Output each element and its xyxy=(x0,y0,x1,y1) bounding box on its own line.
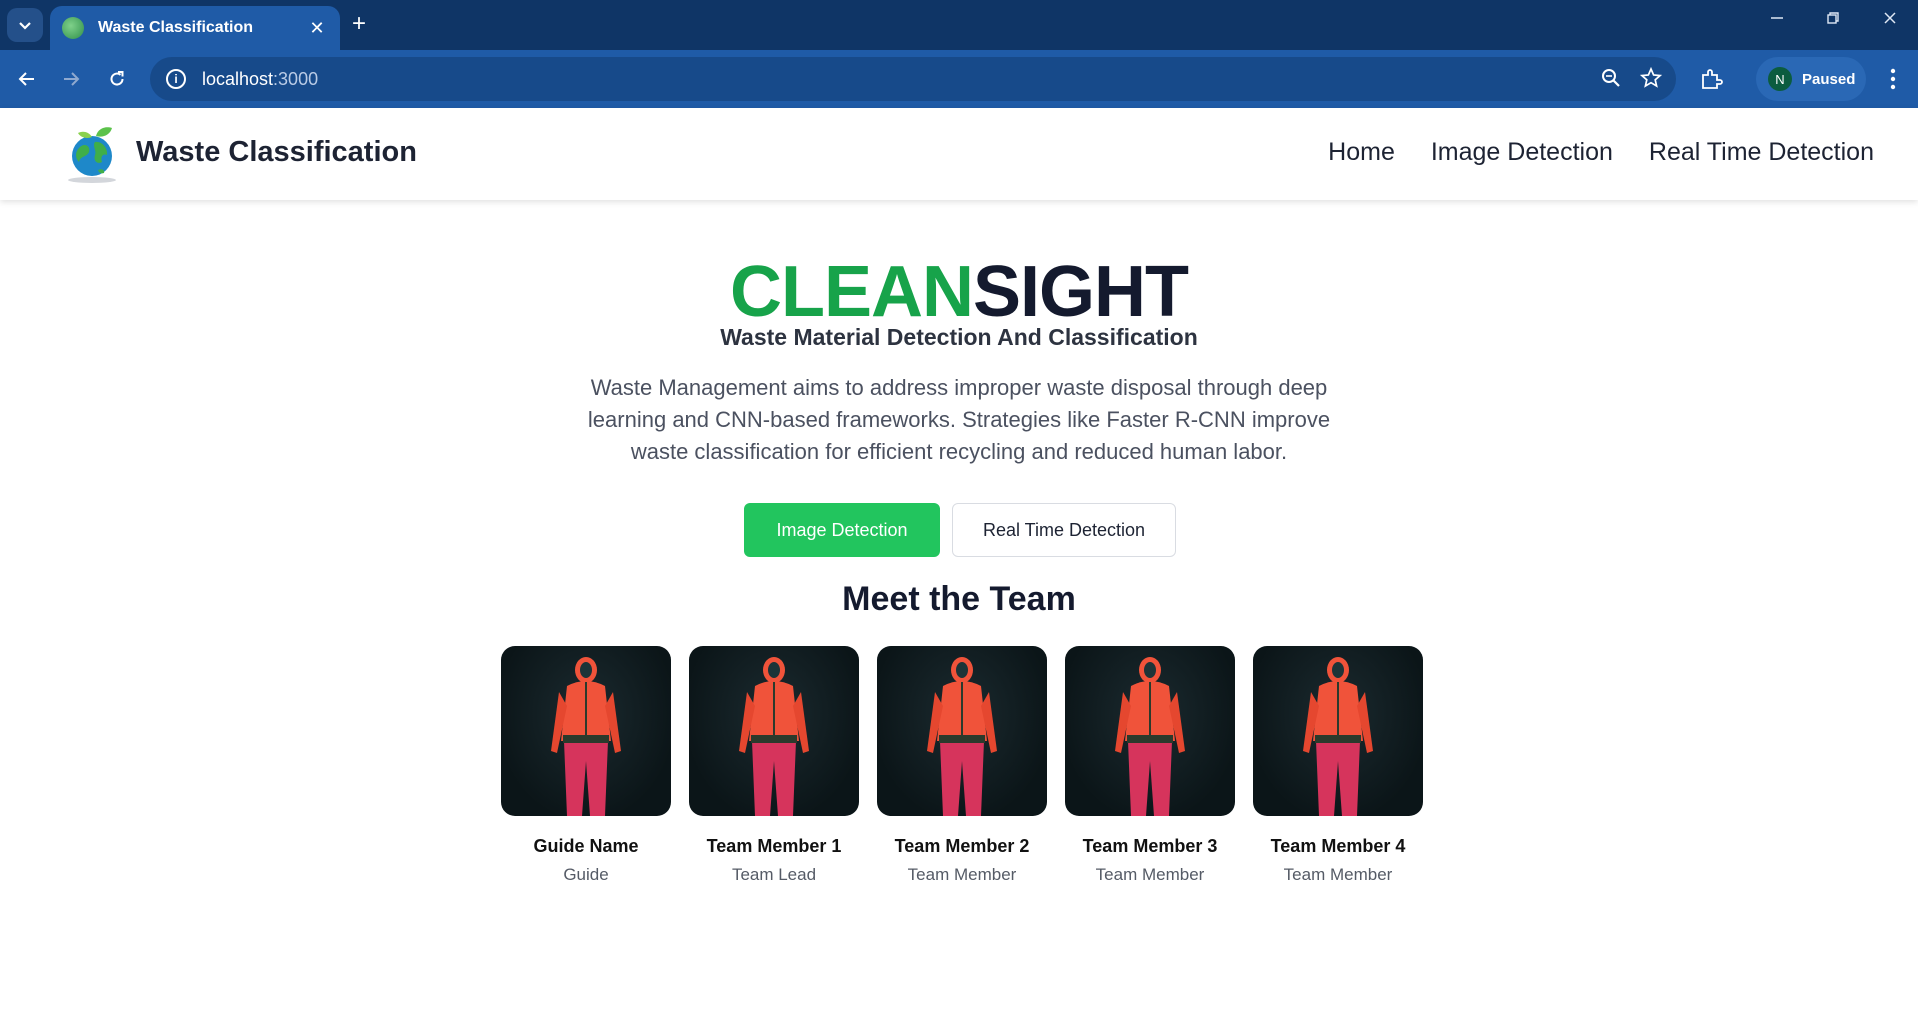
profile-status: Paused xyxy=(1802,70,1856,88)
nav-image-detection[interactable]: Image Detection xyxy=(1431,138,1613,167)
member-role: Team Member xyxy=(907,865,1017,884)
chevron-down-icon xyxy=(19,22,31,30)
member-name: Team Member 2 xyxy=(894,836,1030,856)
hero-title: CLEANSIGHT xyxy=(0,252,1918,332)
real-time-detection-button[interactable]: Real Time Detection xyxy=(952,503,1176,557)
window-close-icon[interactable] xyxy=(1875,10,1905,31)
member-name: Team Member 1 xyxy=(706,836,842,856)
address-bar[interactable]: i localhost:3000 xyxy=(150,57,1676,101)
team-photo xyxy=(1253,646,1423,816)
member-role: Team Member xyxy=(1095,865,1205,884)
nav-home[interactable]: Home xyxy=(1328,138,1395,167)
team-card: Team Member 4 Team Member xyxy=(1253,646,1423,885)
new-tab-button[interactable]: + xyxy=(352,12,366,36)
earth-leaf-logo-icon xyxy=(68,127,116,183)
nav-real-time-detection[interactable]: Real Time Detection xyxy=(1649,138,1874,167)
hero-title-clean: CLEAN xyxy=(729,252,974,332)
team-photo xyxy=(689,646,859,816)
team-title: Meet the Team xyxy=(842,580,1076,618)
tab-list-button[interactable] xyxy=(7,8,43,42)
restore-icon[interactable] xyxy=(1818,10,1848,31)
url-port: :3000 xyxy=(273,68,319,89)
arrow-right-icon[interactable] xyxy=(56,64,86,94)
member-role: Guide xyxy=(563,865,609,884)
browser-tab-bar: Waste Classification ✕ + xyxy=(0,0,1918,50)
browser-toolbar: i localhost:3000 N Paused xyxy=(0,50,1918,108)
hero-title-sight: SIGHT xyxy=(972,252,1189,332)
kebab-menu-icon[interactable] xyxy=(1878,64,1908,94)
team-photo xyxy=(501,646,671,816)
url-host: localhost xyxy=(202,68,274,89)
team-card: Guide Name Guide xyxy=(501,646,671,885)
image-detection-button[interactable]: Image Detection xyxy=(744,503,940,557)
profile-button[interactable]: N Paused xyxy=(1756,57,1866,101)
site-header: Waste Classification Home Image Detectio… xyxy=(0,108,1918,200)
tab-close-icon[interactable]: ✕ xyxy=(306,18,328,39)
avatar: N xyxy=(1768,67,1792,91)
hero-subtitle: Waste Material Detection And Classificat… xyxy=(720,324,1198,350)
brand-name: Waste Classification xyxy=(136,136,417,168)
team-photo xyxy=(1065,646,1235,816)
member-name: Team Member 4 xyxy=(1270,836,1406,856)
hero-description: Waste Management aims to address imprope… xyxy=(587,375,1331,464)
member-role: Team Lead xyxy=(731,865,817,884)
team-card: Team Member 2 Team Member xyxy=(877,646,1047,885)
tab-title: Waste Classification xyxy=(98,19,254,36)
reload-icon[interactable] xyxy=(102,64,132,94)
favicon-icon xyxy=(62,17,84,39)
main-nav: Home Image Detection Real Time Detection xyxy=(1328,138,1874,167)
team-card: Team Member 1 Team Lead xyxy=(689,646,859,885)
member-name: Team Member 3 xyxy=(1082,836,1218,856)
star-icon[interactable] xyxy=(1640,67,1662,89)
arrow-left-icon[interactable] xyxy=(12,64,42,94)
member-role: Team Member xyxy=(1283,865,1393,884)
team-photo xyxy=(877,646,1047,816)
browser-tab[interactable]: Waste Classification ✕ xyxy=(50,6,340,50)
puzzle-icon[interactable] xyxy=(1696,64,1726,94)
team-list: Guide Name Guide Team Member 1 Team Lead… xyxy=(501,646,1423,885)
minimize-icon[interactable] xyxy=(1762,10,1792,31)
zoom-icon[interactable] xyxy=(1600,67,1622,89)
info-icon[interactable]: i xyxy=(166,69,186,89)
member-name: Guide Name xyxy=(533,836,639,856)
team-card: Team Member 3 Team Member xyxy=(1065,646,1235,885)
